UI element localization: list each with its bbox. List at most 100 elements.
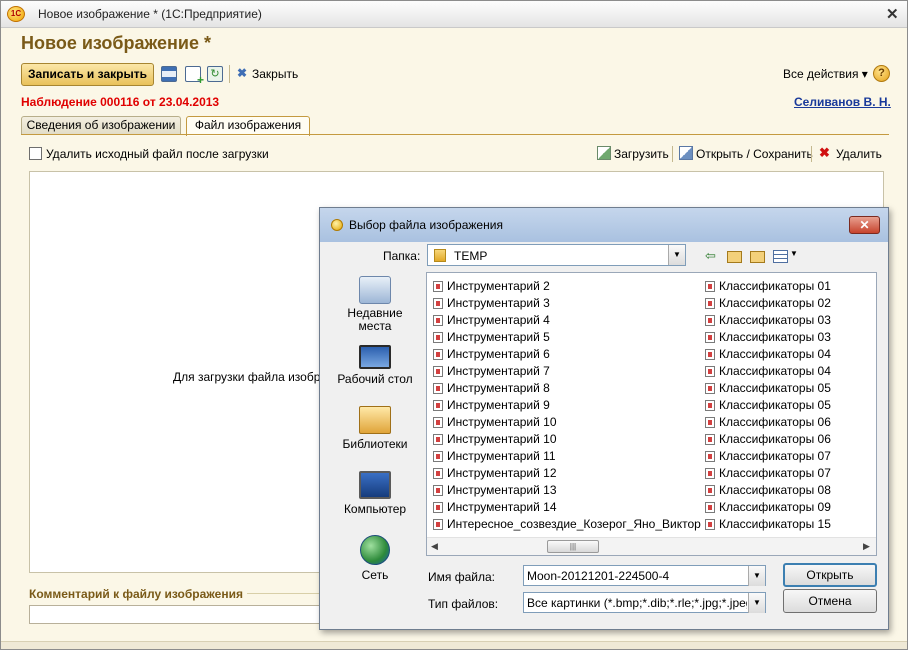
chevron-down-icon[interactable]: ▼ xyxy=(668,245,685,265)
list-item[interactable]: Инструментарий 10 xyxy=(433,415,557,432)
list-item[interactable]: Инструментарий 11 xyxy=(433,449,556,466)
list-item-label: Инструментарий 7 xyxy=(447,364,550,378)
image-file-icon xyxy=(433,502,443,513)
scroll-left-icon[interactable]: ◀ xyxy=(431,541,438,552)
view-menu-arrow-icon[interactable]: ▼ xyxy=(790,249,798,258)
list-item[interactable]: Классификаторы 07 xyxy=(705,449,831,466)
delete-icon[interactable]: ✖ xyxy=(819,146,833,160)
delete-button[interactable]: Удалить xyxy=(836,147,882,161)
close-x-icon[interactable]: ✖ xyxy=(237,66,247,80)
view-menu-icon[interactable] xyxy=(773,250,788,263)
horizontal-scrollbar[interactable]: ◀ ||| ▶ xyxy=(427,537,876,555)
image-file-icon xyxy=(705,434,715,445)
back-arrow-icon[interactable]: ⇦ xyxy=(705,248,716,264)
list-item[interactable]: Инструментарий 3 xyxy=(433,296,550,313)
list-item-label: Классификаторы 15 xyxy=(719,517,831,531)
place-libraries[interactable]: Библиотеки xyxy=(330,406,420,451)
save-disk-icon[interactable] xyxy=(161,66,177,82)
list-item[interactable]: Классификаторы 09 xyxy=(705,500,831,517)
cancel-button[interactable]: Отмена xyxy=(783,589,877,613)
open-button[interactable]: Открыть xyxy=(783,563,877,587)
refresh-icon[interactable]: ↻ xyxy=(207,66,223,82)
scroll-right-icon[interactable]: ▶ xyxy=(863,541,870,552)
tab-image-file[interactable]: Файл изображения xyxy=(186,116,310,136)
list-item-label: Классификаторы 03 xyxy=(719,330,831,344)
tab-image-info[interactable]: Сведения об изображении xyxy=(21,116,181,135)
place-network[interactable]: Сеть xyxy=(330,535,420,582)
upload-icon[interactable] xyxy=(597,146,611,160)
list-item[interactable]: Инструментарий 14 xyxy=(433,500,557,517)
list-item[interactable]: Классификаторы 06 xyxy=(705,415,831,432)
open-save-icon[interactable] xyxy=(679,146,693,160)
help-icon[interactable]: ? xyxy=(873,65,890,82)
author-link[interactable]: Селиванов В. Н. xyxy=(794,95,891,109)
list-item[interactable]: Классификаторы 05 xyxy=(705,398,831,415)
save-and-close-button[interactable]: Записать и закрыть xyxy=(21,63,154,86)
dialog-title: Выбор файла изображения xyxy=(349,218,503,232)
comment-section-title: Комментарий к файлу изображения xyxy=(29,587,243,601)
list-item[interactable]: Инструментарий 13 xyxy=(433,483,557,500)
place-computer[interactable]: Компьютер xyxy=(330,471,420,516)
filename-input[interactable]: Moon-20121201-224500-4 ▼ xyxy=(523,565,766,586)
chevron-down-icon[interactable]: ▼ xyxy=(748,593,765,613)
dialog-titlebar: Выбор файла изображения ✕ xyxy=(320,208,888,242)
status-strip xyxy=(1,641,907,649)
list-item[interactable]: Инструментарий 4 xyxy=(433,313,550,330)
recent-places-icon xyxy=(359,276,391,304)
list-item[interactable]: Классификаторы 02 xyxy=(705,296,831,313)
list-item-label: Классификаторы 08 xyxy=(719,483,831,497)
app-1c-icon: 1С xyxy=(7,6,25,22)
list-item[interactable]: Инструментарий 8 xyxy=(433,381,550,398)
filetype-select[interactable]: Все картинки (*.bmp;*.dib;*.rle;*.jpg;*.… xyxy=(523,592,766,613)
new-folder-icon[interactable] xyxy=(750,251,765,263)
list-item[interactable]: Инструментарий 10 xyxy=(433,432,557,449)
network-icon xyxy=(360,535,390,565)
list-item[interactable]: Классификаторы 01 xyxy=(705,279,831,296)
list-item-label: Инструментарий 10 xyxy=(447,415,557,429)
list-item[interactable]: Классификаторы 04 xyxy=(705,364,831,381)
scrollbar-thumb[interactable]: ||| xyxy=(547,540,599,553)
computer-icon xyxy=(359,471,391,499)
close-button[interactable]: Закрыть xyxy=(252,67,298,81)
image-file-icon xyxy=(705,383,715,394)
list-item[interactable]: Классификаторы 03 xyxy=(705,313,831,330)
list-item[interactable]: Классификаторы 05 xyxy=(705,381,831,398)
list-item[interactable]: Интересное_созвездие_Козерог_Яно_Виктор xyxy=(433,517,701,534)
place-recent[interactable]: Недавние места xyxy=(330,276,420,333)
list-item[interactable]: Классификаторы 07 xyxy=(705,466,831,483)
place-label: Сеть xyxy=(361,568,389,582)
list-item[interactable]: Инструментарий 6 xyxy=(433,347,550,364)
list-item[interactable]: Классификаторы 04 xyxy=(705,347,831,364)
new-document-icon[interactable] xyxy=(185,66,204,87)
libraries-icon xyxy=(359,406,391,434)
up-folder-icon[interactable] xyxy=(727,251,742,263)
delete-after-upload-checkbox[interactable] xyxy=(29,147,42,160)
filename-value: Moon-20121201-224500-4 xyxy=(527,569,670,583)
image-file-icon xyxy=(705,468,715,479)
folder-select[interactable]: TEMP ▼ xyxy=(427,244,686,266)
file-list[interactable]: ◀ ||| ▶ Инструментарий 2 Инструментарий 3… xyxy=(426,272,877,556)
list-item[interactable]: Инструментарий 7 xyxy=(433,364,550,381)
list-item[interactable]: Инструментарий 2 xyxy=(433,279,550,296)
close-icon[interactable]: ✕ xyxy=(886,5,899,23)
list-item-label: Инструментарий 5 xyxy=(447,330,550,344)
list-item[interactable]: Классификаторы 15 xyxy=(705,517,831,534)
list-item-label: Классификаторы 07 xyxy=(719,449,831,463)
place-desktop[interactable]: Рабочий стол xyxy=(330,345,420,386)
list-item[interactable]: Инструментарий 9 xyxy=(433,398,550,415)
delete-after-upload-label[interactable]: Удалить исходный файл после загрузки xyxy=(46,147,269,161)
image-file-icon xyxy=(705,366,715,377)
tab-divider xyxy=(21,134,889,135)
all-actions-menu[interactable]: Все действия ▾ xyxy=(783,67,868,81)
list-item[interactable]: Классификаторы 08 xyxy=(705,483,831,500)
upload-button[interactable]: Загрузить xyxy=(614,147,669,161)
list-item-label: Классификаторы 05 xyxy=(719,398,831,412)
list-item[interactable]: Инструментарий 5 xyxy=(433,330,550,347)
open-save-button[interactable]: Открыть / Сохранить xyxy=(696,147,813,161)
list-item[interactable]: Классификаторы 03 xyxy=(705,330,831,347)
dialog-close-icon[interactable]: ✕ xyxy=(849,216,880,234)
list-item[interactable]: Инструментарий 12 xyxy=(433,466,557,483)
list-item-label: Классификаторы 04 xyxy=(719,347,831,361)
list-item[interactable]: Классификаторы 06 xyxy=(705,432,831,449)
chevron-down-icon[interactable]: ▼ xyxy=(748,566,765,586)
